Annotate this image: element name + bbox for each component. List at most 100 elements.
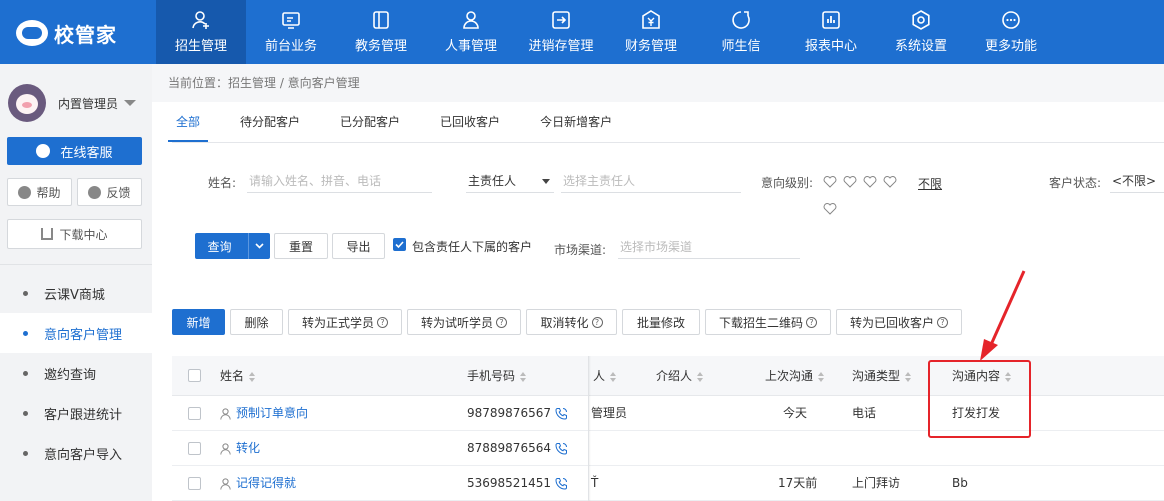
sidebar-item-label: 云课V商城 [44,287,105,303]
nav-item-3[interactable]: 教务管理 [336,0,426,64]
tab-unassigned[interactable]: 待分配客户 [240,102,300,142]
more-icon [1002,11,1020,29]
user-profile[interactable]: 内置管理员 [8,84,137,122]
customer-name: 预制订单意向 [236,406,309,420]
owner-type-select[interactable]: 主责任人 [466,169,554,193]
nav-item-label: 前台业务 [264,39,317,54]
tab-recycled[interactable]: 已回收客户 [440,102,500,142]
breadcrumb: 当前位置：招生管理 / 意向客户管理 [152,64,1164,102]
top-navbar: 校管家 招生管理 前台业务 教务管理 人事管理 进销存管理 财务管理 师生信 报表中心 系统设置… [0,0,1164,64]
nav-item-label: 教务管理 [354,39,407,54]
chat-bubble-icon [36,144,51,158]
column-header-name[interactable]: 姓名 [220,356,256,396]
column-header-contact-type[interactable]: 沟通类型 [852,356,912,396]
customer-name-link[interactable]: 预制订单意向 [220,396,308,431]
column-header-owner[interactable]: 人 [593,356,617,396]
nav-item-5[interactable]: 进销存管理 [516,0,606,64]
cancel-convert-button[interactable]: 取消转化? [526,309,617,335]
intent-unlimited-link[interactable]: 不限 [918,175,942,192]
to-trial-label: 转为试听学员 [420,315,493,330]
tab-assigned[interactable]: 已分配客户 [340,102,400,142]
owner-search-input[interactable]: 选择主责任人 [561,169,741,193]
sidebar-item-intent-customers[interactable]: 意向客户管理 [0,313,152,353]
delete-button[interactable]: 删除 [230,309,283,335]
heart-icon[interactable] [863,176,877,188]
add-button[interactable]: 新增 [172,309,225,335]
column-header-last-contact[interactable]: 上次沟通 [765,356,825,396]
export-button[interactable]: 导出 [332,233,385,259]
cancel-convert-label: 取消转化 [540,315,589,330]
table-row[interactable]: 记得记得就 53698521451 Ť 17天前 上门拜访 Bb [172,466,1164,501]
row-checkbox[interactable] [188,407,201,420]
nav-item-9[interactable]: 系统设置 [876,0,966,64]
download-qr-button[interactable]: 下载招生二维码? [705,309,831,335]
frozen-column-divider [588,356,589,501]
to-formal-label: 转为正式学员 [301,315,374,330]
sort-icon [905,371,912,382]
customer-name: 转化 [236,441,261,455]
username: 内置管理员 [58,96,119,111]
help-circle-icon: ? [937,316,948,328]
nav-item-label: 报表中心 [804,39,857,54]
nav-item-7[interactable]: 师生信 [696,0,786,64]
sidebar-item-followup-stats[interactable]: 客户跟进统计 [0,393,152,433]
help-icon [18,185,32,199]
to-trial-student-button[interactable]: 转为试听学员? [407,309,521,335]
chevron-down-icon[interactable] [124,100,137,106]
heart-icon[interactable] [823,203,837,215]
name-search-input[interactable]: 请输入姓名、拼音、电话 [247,169,432,193]
sidebar-item-vshop[interactable]: 云课V商城 [0,273,152,313]
sort-icon [249,371,256,382]
query-dropdown-toggle[interactable] [248,233,270,259]
nav-item-8[interactable]: 报表中心 [786,0,876,64]
batch-edit-button[interactable]: 批量修改 [622,309,700,335]
row-checkbox[interactable] [188,442,201,455]
app-logo[interactable]: 校管家 [16,17,117,49]
phone-cell: 98789876567 [467,396,568,431]
customer-name: 记得记得就 [236,476,297,490]
heart-icon[interactable] [843,176,857,188]
tab-all[interactable]: 全部 [167,102,209,142]
nav-item-2[interactable]: 前台业务 [246,0,336,64]
header-label: 人 [593,369,606,383]
row-checkbox[interactable] [188,477,201,490]
user-icon [220,442,231,455]
phone-call-icon[interactable] [555,442,568,455]
contact-type-cell: 上门拜访 [852,476,901,490]
download-center-button[interactable]: 下载中心 [7,219,142,249]
phone-call-icon[interactable] [555,407,568,420]
avatar[interactable] [8,84,46,122]
sidebar-item-invitation-query[interactable]: 邀约查询 [0,353,152,393]
feedback-label: 反馈 [106,185,131,200]
heart-icon[interactable] [823,176,837,188]
main-nav: 招生管理 前台业务 教务管理 人事管理 进销存管理 财务管理 师生信 报表中心 系统设置 更多功能 [156,0,1056,64]
sidebar-item-customer-import[interactable]: 意向客户导入 [0,433,152,473]
nav-item-1[interactable]: 招生管理 [156,0,246,64]
tabs-divider [172,142,1164,143]
feedback-button[interactable]: 反馈 [77,178,142,206]
customer-name-link[interactable]: 转化 [220,431,260,466]
customer-status-select[interactable]: <不限> [1110,169,1164,193]
reset-button[interactable]: 重置 [274,233,328,259]
nav-item-10[interactable]: 更多功能 [966,0,1056,64]
tab-today-new[interactable]: 今日新增客户 [540,102,612,142]
select-all-checkbox[interactable] [188,369,201,382]
owner-type-value: 主责任人 [468,174,517,188]
heart-icon[interactable] [883,176,897,188]
to-recycled-button[interactable]: 转为已回收客户? [836,309,962,335]
channel-search-input[interactable]: 选择市场渠道 [618,235,800,259]
phone-call-icon[interactable] [555,477,568,490]
to-formal-student-button[interactable]: 转为正式学员? [288,309,402,335]
help-button[interactable]: 帮助 [7,178,72,206]
monitor-icon [282,12,300,29]
column-header-phone[interactable]: 手机号码 [467,356,527,396]
sidebar-item-label: 客户跟进统计 [44,407,123,423]
customer-name-link[interactable]: 记得记得就 [220,466,296,501]
header-label: 姓名 [220,369,245,383]
nav-item-4[interactable]: 人事管理 [426,0,516,64]
sort-icon [610,371,617,382]
column-header-referrer[interactable]: 介绍人 [656,356,704,396]
online-service-button[interactable]: 在线客服 [7,137,142,165]
include-subordinates-checkbox[interactable] [393,238,406,251]
nav-item-6[interactable]: 财务管理 [606,0,696,64]
